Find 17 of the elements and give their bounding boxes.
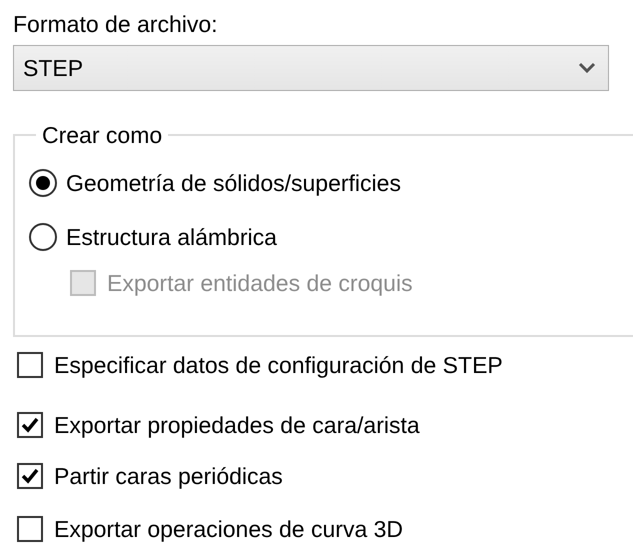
- radio-label: Geometría de sólidos/superficies: [66, 169, 401, 197]
- checkbox-label: Exportar operaciones de curva 3D: [54, 515, 404, 543]
- radio-button[interactable]: [28, 222, 58, 252]
- checkbox-label: Exportar entidades de croquis: [107, 269, 413, 297]
- checkbox[interactable]: [17, 352, 43, 378]
- chevron-down-icon: [578, 62, 596, 74]
- checkbox[interactable]: [17, 412, 43, 438]
- checkbox[interactable]: [17, 463, 43, 489]
- format-dropdown[interactable]: STEP: [13, 45, 609, 91]
- checkbox-label: Exportar propiedades de cara/arista: [54, 411, 420, 439]
- checkbox-label: Partir caras periódicas: [54, 462, 283, 490]
- radio-label: Estructura alámbrica: [66, 223, 277, 251]
- field-label: Formato de archivo:: [13, 10, 219, 38]
- group-title: Crear como: [41, 121, 164, 149]
- checkbox-label: Especificar datos de configuración de STEP: [54, 351, 503, 379]
- radio-button[interactable]: [28, 168, 58, 198]
- checkbox[interactable]: [17, 516, 43, 542]
